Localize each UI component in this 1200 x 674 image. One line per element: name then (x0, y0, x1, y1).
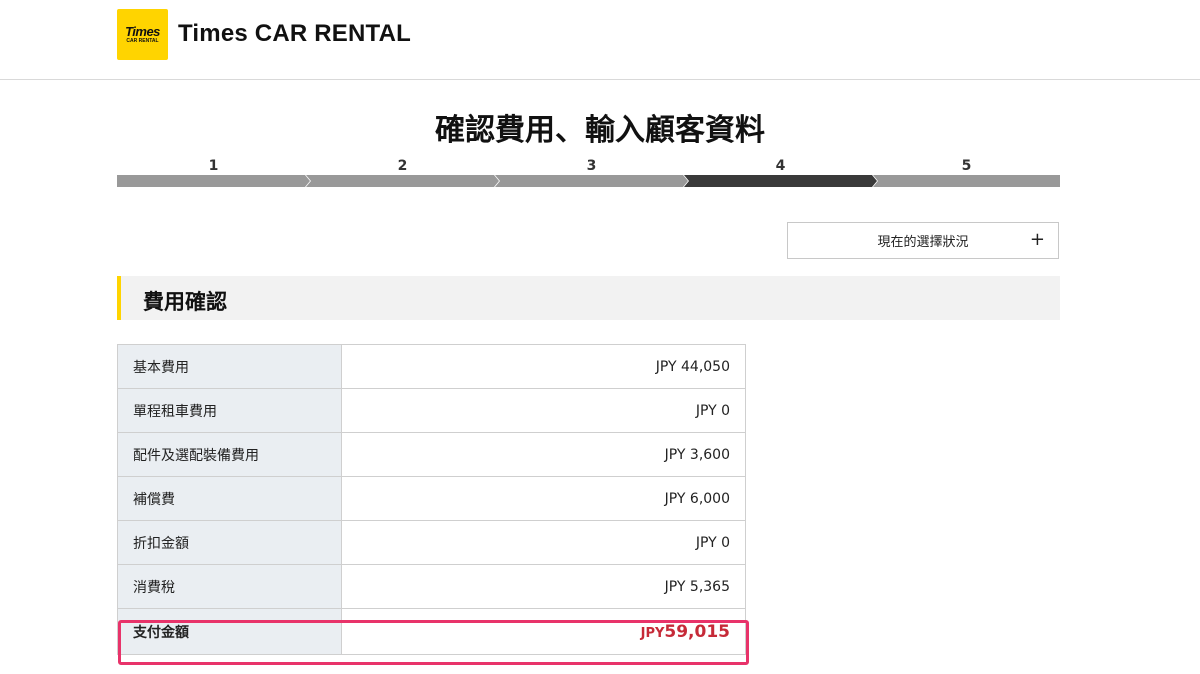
table-row: 消費稅 JPY 5,365 (117, 564, 746, 609)
step-bar (117, 175, 310, 187)
step-2: 2 (306, 156, 499, 188)
fee-table: 基本費用 JPY 44,050 單程租車費用 JPY 0 配件及選配裝備費用 J… (117, 344, 746, 655)
plus-icon: + (1029, 229, 1045, 250)
fee-value: JPY 5,365 (341, 564, 746, 609)
brand-name[interactable]: Times CAR RENTAL (178, 20, 411, 48)
progress-steps: 1 2 3 4 5 (117, 156, 1060, 188)
table-row: 補償費 JPY 6,000 (117, 476, 746, 521)
section-title: 費用確認 (143, 290, 227, 314)
step-number: 4 (775, 158, 786, 174)
fee-label: 基本費用 (117, 344, 342, 389)
step-1: 1 (117, 156, 310, 188)
total-currency: JPY (640, 625, 665, 641)
fee-value: JPY 6,000 (341, 476, 746, 521)
step-bar (306, 175, 499, 187)
step-5: 5 (873, 156, 1060, 188)
table-row: 單程租車費用 JPY 0 (117, 388, 746, 433)
step-number: 2 (397, 158, 408, 174)
total-amount: 59,015 (664, 621, 730, 642)
current-selection-button[interactable]: 現在的選擇狀況 + (787, 222, 1059, 259)
current-selection-label: 現在的選擇狀況 (877, 235, 969, 250)
fee-label: 單程租車費用 (117, 388, 342, 433)
step-4: 4 (684, 156, 877, 188)
fee-label: 折扣金額 (117, 520, 342, 565)
fee-value: JPY 44,050 (341, 344, 746, 389)
site-header: Times CAR RENTAL Times CAR RENTAL (0, 0, 1200, 80)
fee-value: JPY 0 (341, 520, 746, 565)
times-logo[interactable]: Times CAR RENTAL (117, 9, 168, 60)
page-title: 確認費用、輸入顧客資料 (435, 113, 765, 148)
step-3: 3 (495, 156, 688, 188)
table-row: 配件及選配裝備費用 JPY 3,600 (117, 432, 746, 477)
fee-label: 補償費 (117, 476, 342, 521)
fee-value: JPY 3,600 (341, 432, 746, 477)
logo-subtext: CAR RENTAL (126, 37, 159, 44)
step-number: 5 (961, 158, 972, 174)
total-row: 支付金額 JPY59,015 (117, 608, 746, 655)
step-bar (873, 175, 1060, 187)
fee-value: JPY 0 (341, 388, 746, 433)
step-bar (684, 175, 877, 187)
total-label: 支付金額 (117, 608, 342, 655)
section-header: 費用確認 (117, 276, 1060, 320)
step-number: 1 (208, 158, 219, 174)
logo-text: Times (125, 23, 160, 39)
table-row: 折扣金額 JPY 0 (117, 520, 746, 565)
step-number: 3 (586, 158, 597, 174)
table-row: 基本費用 JPY 44,050 (117, 344, 746, 389)
fee-label: 消費稅 (117, 564, 342, 609)
fee-label: 配件及選配裝備費用 (117, 432, 342, 477)
total-value: JPY59,015 (341, 608, 746, 655)
step-bar (495, 175, 688, 187)
